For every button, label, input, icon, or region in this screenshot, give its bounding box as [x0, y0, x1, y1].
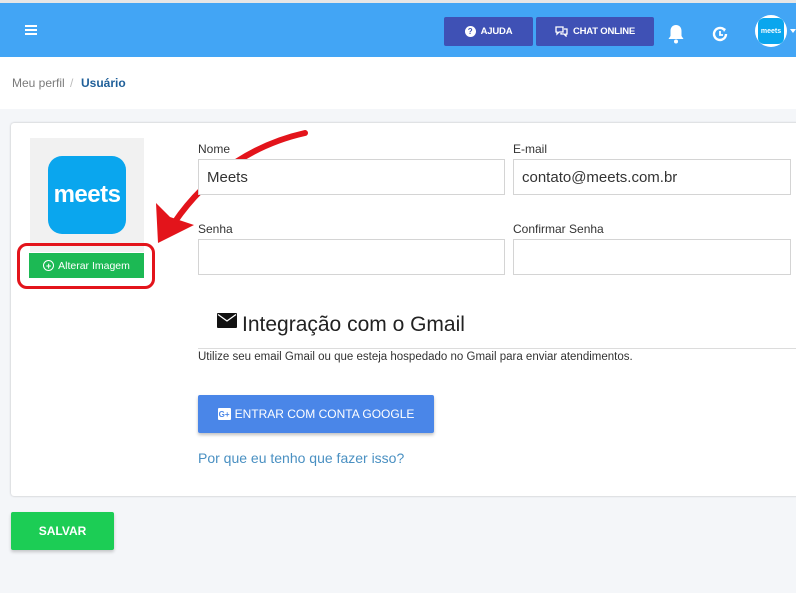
top-bar: ? AJUDA CHAT ONLINE meets	[0, 0, 796, 57]
avatar-logo: meets	[758, 18, 784, 44]
breadcrumb-item-profile[interactable]: Meu perfil	[12, 76, 65, 90]
breadcrumb-item-user: Usuário	[81, 76, 126, 90]
name-input[interactable]	[198, 159, 505, 195]
hamburger-icon[interactable]	[22, 20, 42, 40]
google-login-button[interactable]: G+ ENTRAR COM CONTA GOOGLE	[198, 395, 434, 433]
help-button[interactable]: ? AJUDA	[444, 17, 533, 46]
divider	[198, 348, 796, 349]
profile-logo: meets	[48, 156, 126, 234]
user-avatar[interactable]: meets	[755, 15, 787, 47]
plus-circle-icon: +	[43, 260, 55, 271]
breadcrumb: Meu perfil / Usuário	[0, 57, 796, 109]
breadcrumb-separator: /	[70, 76, 74, 90]
change-image-label: Alterar Imagem	[58, 259, 130, 272]
chat-online-button[interactable]: CHAT ONLINE	[536, 17, 654, 46]
save-button[interactable]: SALVAR	[11, 512, 114, 550]
bell-icon[interactable]	[667, 24, 685, 44]
refresh-clock-icon[interactable]	[710, 24, 730, 44]
chevron-down-icon[interactable]	[790, 29, 796, 33]
chat-button-label: CHAT ONLINE	[572, 26, 635, 37]
change-image-button[interactable]: + Alterar Imagem	[29, 253, 144, 278]
envelope-icon	[217, 313, 237, 328]
confirm-password-input[interactable]	[513, 239, 791, 275]
gmail-section-title: Integração com o Gmail	[242, 313, 465, 336]
password-label: Senha	[198, 222, 233, 236]
password-input[interactable]	[198, 239, 505, 275]
google-plus-icon: G+	[217, 408, 231, 420]
email-input[interactable]	[513, 159, 791, 195]
help-button-label: AJUDA	[480, 26, 513, 37]
question-circle-icon: ?	[464, 26, 476, 37]
confirm-password-label: Confirmar Senha	[513, 222, 604, 236]
why-link[interactable]: Por que eu tenho que fazer isso?	[198, 450, 404, 466]
gmail-description: Utilize seu email Gmail ou que esteja ho…	[198, 351, 633, 363]
google-button-label: ENTRAR COM CONTA GOOGLE	[234, 407, 415, 421]
name-label: Nome	[198, 142, 231, 156]
chat-bubbles-icon	[555, 26, 568, 37]
email-label: E-mail	[513, 142, 548, 156]
